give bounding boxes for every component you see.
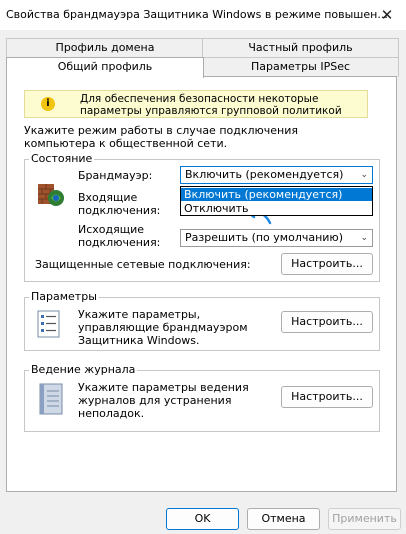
tab-private-profile[interactable]: Частный профиль: [202, 38, 399, 58]
tab-ipsec-settings[interactable]: Параметры IPSec: [202, 57, 399, 77]
settings-legend: Параметры: [29, 290, 99, 303]
info-icon: i: [41, 97, 55, 111]
inbound-label: Входящие подключения:: [78, 191, 161, 217]
chevron-down-icon: ⌄: [360, 170, 368, 180]
outbound-label: Исходящие подключения:: [78, 223, 161, 249]
outbound-value: Разрешить (по умолчанию): [185, 231, 343, 244]
firewall-shield-icon: [35, 178, 65, 208]
title-bar: Свойства брандмауэра Защитника Windows в…: [0, 0, 406, 30]
checklist-icon: [36, 310, 62, 338]
firewall-state-dropdown: Включить (рекомендуется) Отключить: [180, 186, 373, 216]
state-legend: Состояние: [29, 152, 95, 165]
window-title: Свойства брандмауэра Защитника Windows в…: [6, 8, 388, 21]
instruction-text: Укажите режим работы в случае подключени…: [24, 124, 299, 150]
policy-info-text: Для обеспечения безопасности некоторые п…: [80, 93, 342, 117]
log-notebook-icon: [36, 383, 66, 415]
logging-description: Укажите параметры ведения журналов для у…: [78, 381, 249, 420]
cancel-button[interactable]: Отмена: [247, 508, 320, 530]
settings-configure-button[interactable]: Настроить...: [281, 311, 373, 333]
close-icon[interactable]: ✕: [376, 4, 398, 26]
logging-legend: Ведение журнала: [29, 363, 138, 376]
firewall-state-value: Включить (рекомендуется): [185, 168, 344, 181]
outbound-select[interactable]: Разрешить (по умолчанию) ⌄: [180, 229, 373, 247]
protected-connections-label: Защищенные сетевые подключения:: [35, 258, 251, 271]
settings-description: Укажите параметры, управляющие брандмауэ…: [78, 308, 248, 347]
firewall-state-select[interactable]: Включить (рекомендуется) ⌄: [180, 166, 373, 184]
logging-configure-button[interactable]: Настроить...: [281, 386, 373, 408]
firewall-label: Брандмауэр:: [78, 169, 153, 182]
policy-info-banner: i Для обеспечения безопасности некоторые…: [24, 90, 368, 118]
chevron-down-icon: ⌄: [360, 233, 368, 243]
ok-button[interactable]: OK: [166, 508, 239, 530]
tab-domain-profile[interactable]: Профиль домена: [6, 38, 204, 58]
apply-button[interactable]: Применить: [328, 508, 401, 530]
protected-connections-configure-button[interactable]: Настроить...: [281, 253, 373, 275]
option-enable[interactable]: Включить (рекомендуется): [181, 188, 372, 201]
tab-public-profile[interactable]: Общий профиль: [6, 57, 204, 78]
option-disable[interactable]: Отключить: [181, 202, 372, 215]
